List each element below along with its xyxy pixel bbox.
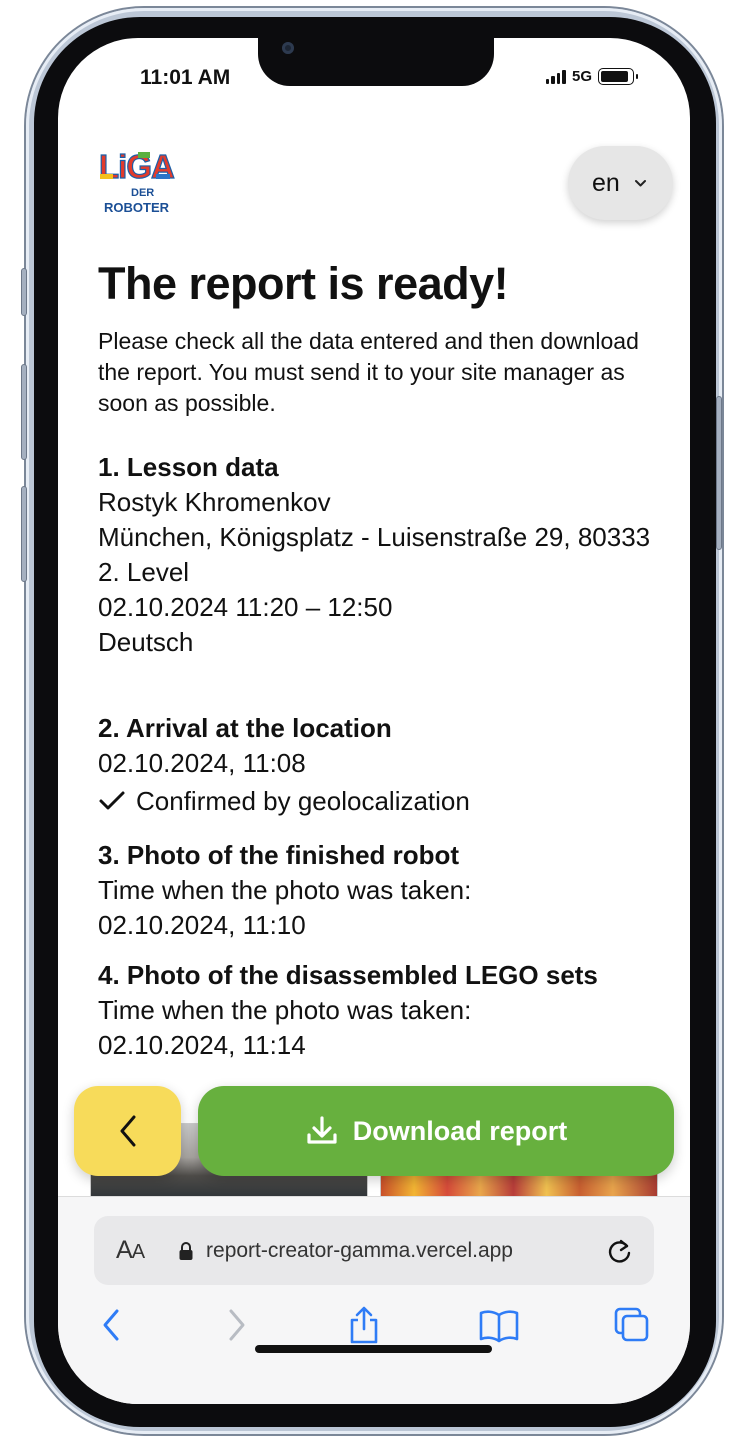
logo-word-roboter: ROBOTER: [104, 200, 170, 215]
text-size-button[interactable]: AA: [116, 1236, 145, 1265]
lego-photo-heading: 4. Photo of the disassembled LEGO sets: [98, 960, 598, 990]
browser-back-icon[interactable]: [98, 1305, 126, 1350]
language-select[interactable]: en: [568, 146, 673, 220]
network-type: 5G: [571, 68, 592, 85]
lesson-data-section: 1. Lesson data Rostyk Khromenkov München…: [98, 450, 658, 660]
arrival-heading: 2. Arrival at the location: [98, 713, 392, 743]
chevron-down-icon: [634, 179, 646, 186]
browser-forward-icon[interactable]: [222, 1305, 250, 1350]
arrival-section: 2. Arrival at the location 02.10.2024, 1…: [98, 711, 658, 821]
volume-up-button: [21, 364, 27, 460]
geolocation-confirmation: Confirmed by geolocalization: [98, 781, 658, 821]
lego-photo-time-label: Time when the photo was taken:: [98, 995, 472, 1025]
address-bar[interactable]: AA report-creator-gamma.vercel.app: [94, 1216, 654, 1285]
volume-down-button: [21, 486, 27, 582]
phone-screen: 11:01 AM 5G LiGA DER ROBOTER en The repo…: [58, 38, 690, 1404]
reload-icon[interactable]: [606, 1236, 634, 1266]
language-value: en: [592, 168, 620, 197]
url-text[interactable]: report-creator-gamma.vercel.app: [206, 1239, 606, 1263]
bookmarks-icon[interactable]: [478, 1305, 520, 1350]
download-report-label: Download report: [352, 1115, 568, 1146]
power-button: [716, 396, 722, 550]
lesson-datetime: 02.10.2024 11:20 – 12:50: [98, 592, 393, 622]
share-icon[interactable]: [346, 1305, 382, 1350]
intro-text: Please check all the data entered and th…: [98, 328, 639, 416]
signal-icon: [545, 69, 566, 84]
tabs-icon[interactable]: [612, 1305, 652, 1350]
robot-photo-section: 3. Photo of the finished robot Time when…: [98, 838, 658, 943]
logo-word-der: DER: [131, 187, 154, 199]
status-indicators: 5G: [545, 68, 638, 85]
confirmation-text: Confirmed by geolocalization: [136, 786, 470, 816]
lock-icon: [179, 1241, 193, 1260]
download-report-button[interactable]: Download report: [198, 1086, 674, 1176]
browser-toolbar: AA report-creator-gamma.vercel.app: [58, 1196, 690, 1404]
teacher-name: Rostyk Khromenkov: [98, 487, 331, 517]
battery-icon: [598, 68, 638, 85]
lesson-level: 2. Level: [98, 557, 190, 587]
logo-word-liga: LiGA: [99, 148, 174, 185]
status-time: 11:01 AM: [140, 66, 231, 89]
browser-nav-row: [58, 1305, 690, 1365]
robot-photo-time-label: Time when the photo was taken:: [98, 875, 472, 905]
home-indicator[interactable]: [255, 1345, 492, 1353]
robot-photo-heading: 3. Photo of the finished robot: [98, 840, 460, 870]
lesson-language: Deutsch: [98, 627, 194, 657]
dynamic-notch: [258, 38, 494, 86]
lego-photo-datetime: 02.10.2024, 11:14: [98, 1030, 306, 1060]
checkmark-icon: [99, 791, 125, 810]
liga-der-roboter-logo: LiGA DER ROBOTER: [98, 148, 175, 215]
arrival-datetime: 02.10.2024, 11:08: [98, 748, 306, 778]
lesson-location: München, Königsplatz - Luisenstraße 29, …: [98, 522, 651, 552]
back-button[interactable]: [74, 1086, 181, 1176]
download-icon: [307, 1116, 337, 1144]
lego-photo-section: 4. Photo of the disassembled LEGO sets T…: [98, 958, 658, 1063]
front-camera: [282, 42, 294, 54]
chevron-left-icon: [120, 1115, 135, 1147]
lesson-data-heading: 1. Lesson data: [98, 452, 279, 482]
page-title: The report is ready!: [98, 258, 509, 309]
action-button: [21, 268, 27, 316]
robot-photo-datetime: 02.10.2024, 11:10: [98, 910, 306, 940]
